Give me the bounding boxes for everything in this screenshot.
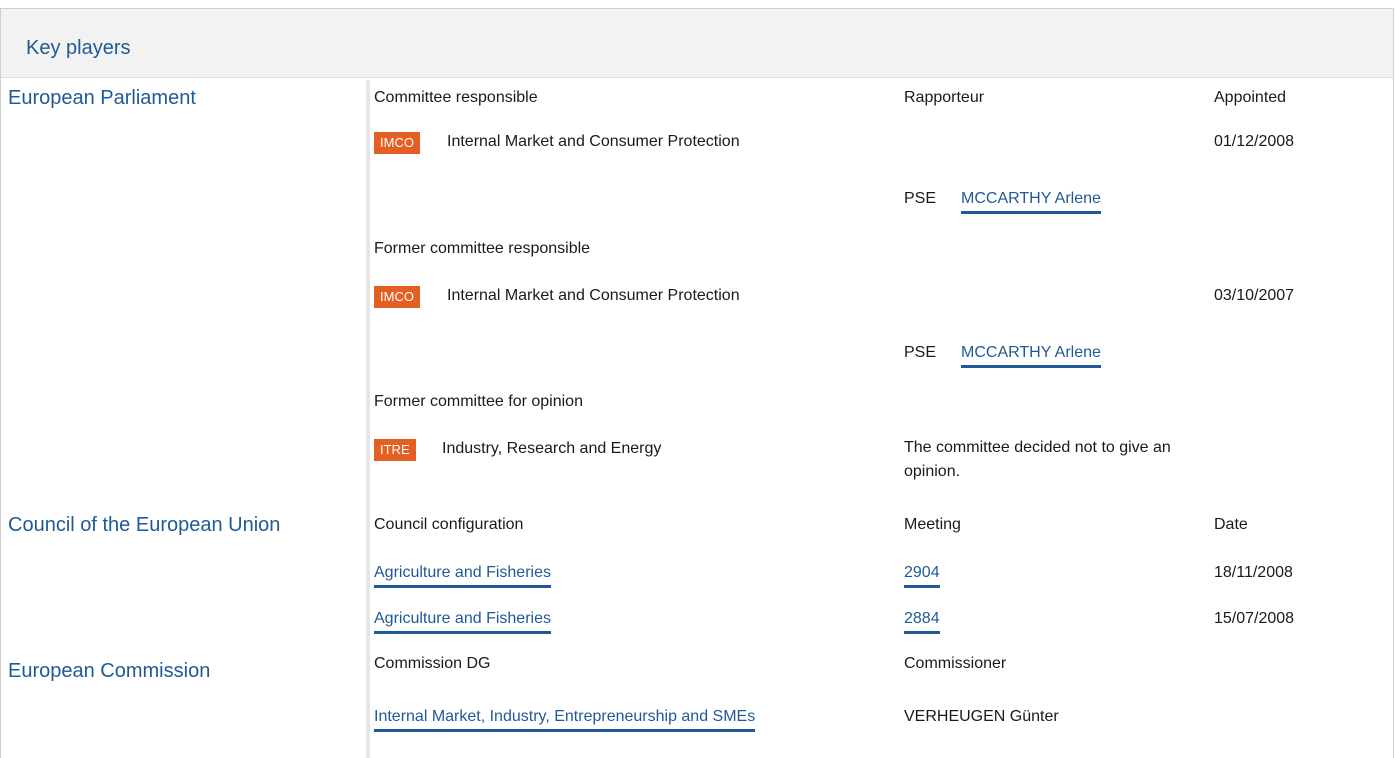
committee-name: Internal Market and Consumer Protection (447, 287, 740, 304)
committee-badge-imco: IMCO (374, 286, 420, 308)
key-players-panel (0, 8, 1394, 758)
appointed-date: 03/10/2007 (1214, 287, 1295, 304)
commission-dg-link[interactable]: Internal Market, Industry, Entrepreneurs… (374, 708, 756, 732)
rapporteur-link[interactable]: MCCARTHY Arlene (961, 190, 1101, 214)
political-group: PSE (904, 344, 937, 361)
institution-european-commission: European Commission (8, 660, 211, 682)
appointed-date: 01/12/2008 (1214, 133, 1295, 150)
meeting-link[interactable]: 2904 (904, 564, 940, 588)
rapporteur-link[interactable]: MCCARTHY Arlene (961, 344, 1101, 368)
commissioner-header: Commissioner (904, 655, 1007, 672)
section-header: Key players (1, 9, 1393, 78)
column-divider (366, 80, 370, 758)
council-configuration-link[interactable]: Agriculture and Fisheries (374, 610, 551, 634)
commissioner-name: VERHEUGEN Günter (904, 708, 1059, 725)
meeting-header: Meeting (904, 516, 961, 533)
meeting-date: 18/11/2008 (1214, 564, 1293, 581)
section-title: Key players (26, 37, 131, 59)
political-group: PSE (904, 190, 937, 207)
committee-responsible-header: Committee responsible (374, 89, 538, 106)
council-configuration-header: Council configuration (374, 516, 524, 533)
committee-name: Industry, Research and Energy (442, 440, 662, 457)
appointed-header: Appointed (1214, 89, 1287, 106)
committee-badge-itre: ITRE (374, 439, 416, 461)
opinion-note: The committee decided not to give an opi… (904, 439, 1171, 480)
institution-council: Council of the European Union (8, 514, 281, 536)
council-configuration-link[interactable]: Agriculture and Fisheries (374, 564, 551, 588)
committee-name: Internal Market and Consumer Protection (447, 133, 740, 150)
institution-european-parliament: European Parliament (8, 87, 196, 109)
rapporteur-header: Rapporteur (904, 89, 985, 106)
meeting-date: 15/07/2008 (1214, 610, 1295, 627)
meeting-link[interactable]: 2884 (904, 610, 940, 634)
former-committee-responsible-label: Former committee responsible (374, 240, 591, 257)
date-header: Date (1214, 516, 1248, 533)
former-committee-opinion-label: Former committee for opinion (374, 393, 583, 410)
committee-badge-imco: IMCO (374, 132, 420, 154)
commission-dg-header: Commission DG (374, 655, 491, 672)
